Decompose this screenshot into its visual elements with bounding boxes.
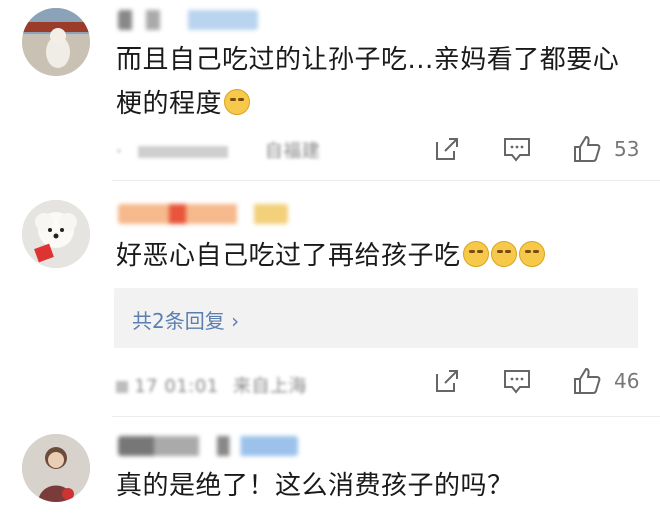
emoji-icon <box>490 241 517 267</box>
meta-location: 自福建 <box>264 141 321 162</box>
comment-meta: · 自福建 <box>116 137 320 163</box>
avatar-image <box>22 8 90 76</box>
comment-actions: 53 <box>432 134 642 164</box>
thumbs-up-icon[interactable] <box>572 134 602 164</box>
meta-blur-block <box>138 146 229 158</box>
comment-item: 好恶心自己吃过了再给孩子吃 共2条回复 › 17 01:01 来自上海 46 <box>0 190 660 420</box>
meta-time-blurred: · <box>116 141 123 162</box>
meta-blur-block <box>116 381 128 393</box>
divider <box>112 416 660 417</box>
username-blurred[interactable] <box>118 204 288 224</box>
like-count: 46 <box>614 369 640 393</box>
avatar-image <box>22 200 90 268</box>
avatar[interactable] <box>22 434 90 502</box>
comment-actions: 46 <box>432 366 642 396</box>
share-icon[interactable] <box>432 134 462 164</box>
username-blurred[interactable] <box>118 10 258 30</box>
sweat-emoji-icon <box>224 89 251 115</box>
meta-location: 来自上海 <box>232 376 307 397</box>
avatar[interactable] <box>22 8 90 76</box>
comment-item: 而且自己吃过的让孙子吃...亲妈看了都要心梗的程度 · 自福建 53 <box>0 0 660 181</box>
comment-item: 真的是绝了！这么消费孩子的吗？ <box>0 426 660 526</box>
username-blurred[interactable] <box>118 436 298 456</box>
comment-text: 真的是绝了！这么消费孩子的吗？ <box>116 471 514 501</box>
meta-time: 17 01:01 <box>134 376 219 397</box>
emoji-icon <box>518 241 545 267</box>
comment-text: 而且自己吃过的让孙子吃...亲妈看了都要心梗的程度 <box>116 45 620 119</box>
comment-icon[interactable] <box>502 134 532 164</box>
like-count: 53 <box>614 137 640 161</box>
comment-meta: 17 01:01 来自上海 <box>116 372 307 398</box>
view-replies-link[interactable]: 共2条回复 › <box>132 305 239 334</box>
comment-icon[interactable] <box>502 366 532 396</box>
thumbs-up-icon[interactable] <box>572 366 602 396</box>
replies-box[interactable]: 共2条回复 › <box>114 288 638 348</box>
comment-text: 好恶心自己吃过了再给孩子吃 <box>116 234 640 278</box>
emoji-icon <box>462 241 489 267</box>
share-icon[interactable] <box>432 366 462 396</box>
divider <box>112 180 660 181</box>
avatar[interactable] <box>22 200 90 268</box>
avatar-image <box>22 434 90 502</box>
